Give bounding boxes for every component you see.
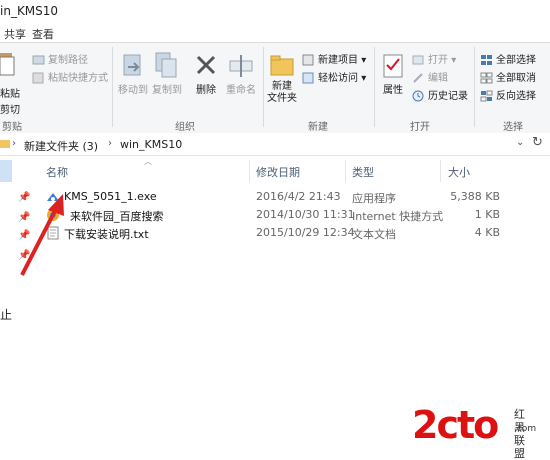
annotation-arrow bbox=[20, 194, 64, 276]
watermark-sub: 红黑联盟 bbox=[514, 408, 525, 460]
watermark-logo: 2cto 红黑联盟 .com bbox=[412, 403, 536, 460]
watermark-main: 2cto bbox=[412, 403, 499, 447]
watermark-sub2: .com bbox=[514, 424, 537, 434]
